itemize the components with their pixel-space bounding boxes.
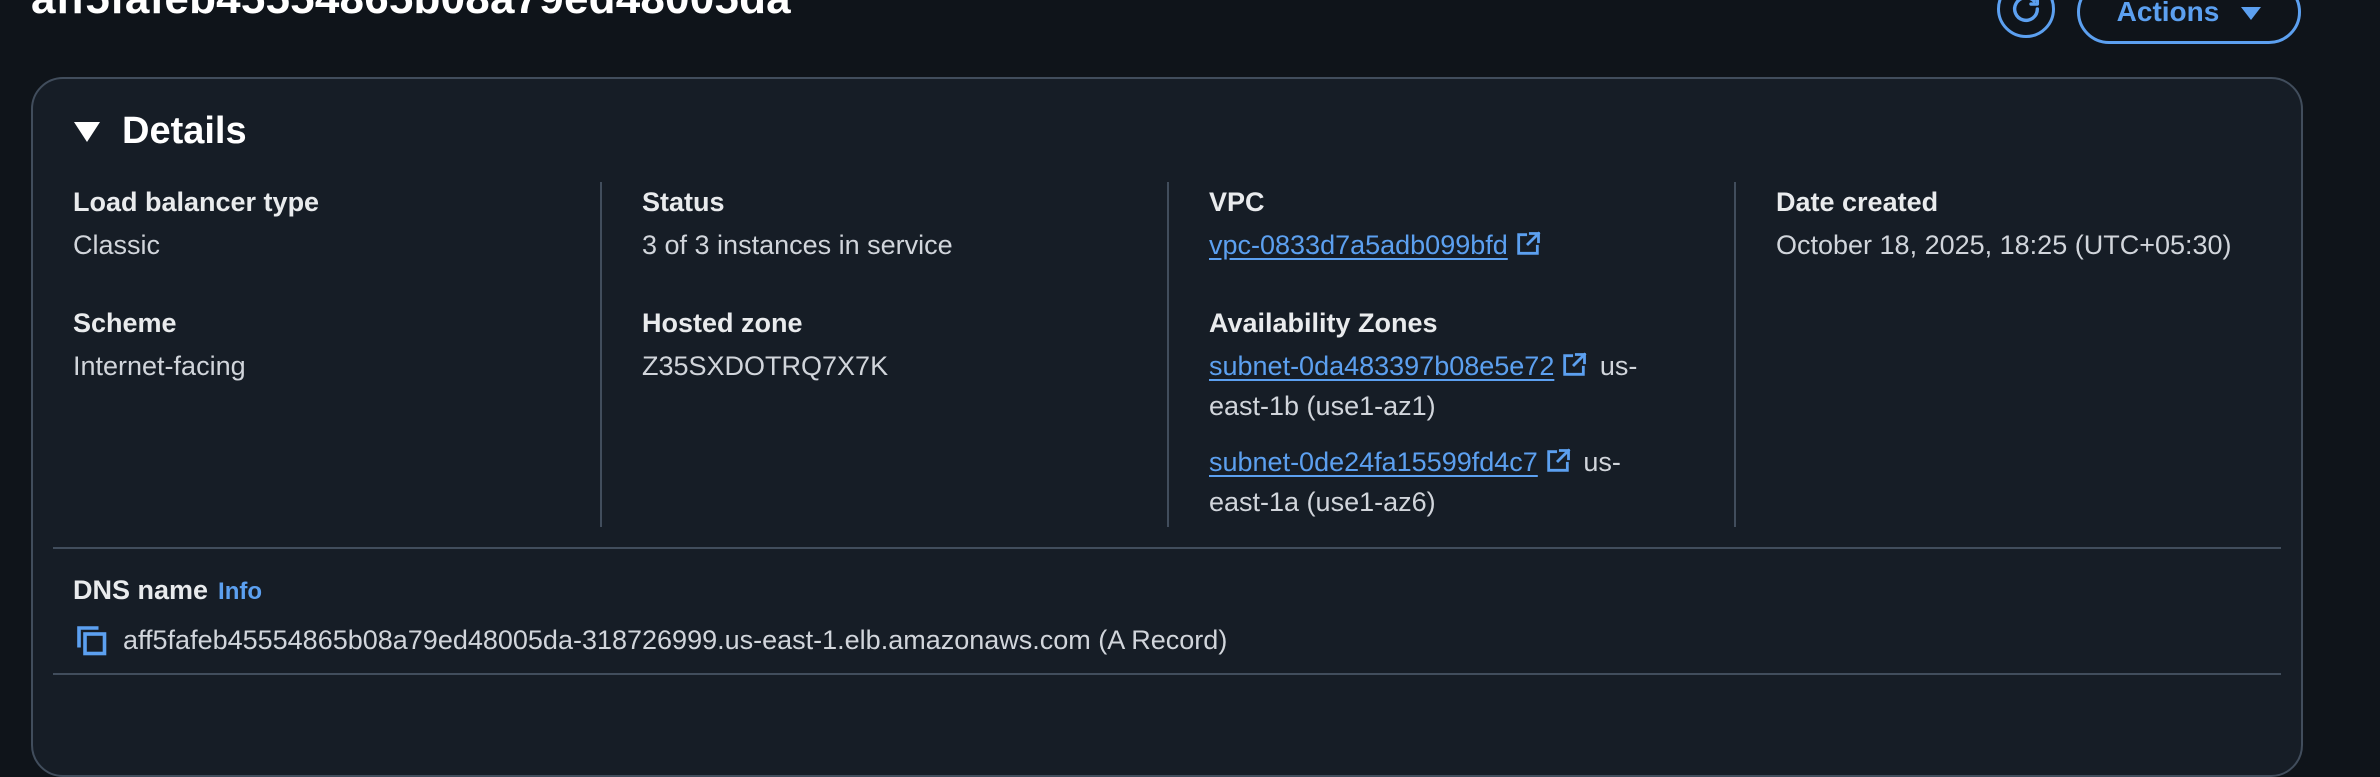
external-link-icon[interactable] <box>1560 351 1588 379</box>
status-value: 3 of 3 instances in service <box>642 230 953 260</box>
subnet-link[interactable]: subnet-0da483397b08e5e72 <box>1209 351 1554 381</box>
vpc-link[interactable]: vpc-0833d7a5adb099bfd <box>1209 230 1508 260</box>
column-divider <box>600 182 602 527</box>
copy-icon[interactable] <box>73 622 109 658</box>
dns-name-info-link[interactable]: Info <box>218 578 262 605</box>
availability-zone-item: subnet-0de24fa15599fd4c7 us-east-1a (use… <box>1209 442 1679 522</box>
hosted-zone-label: Hosted zone <box>642 308 803 338</box>
caret-down-icon <box>74 121 100 142</box>
details-heading: Details <box>122 110 247 152</box>
availability-zone-item: subnet-0da483397b08e5e72 us-east-1b (use… <box>1209 346 1679 426</box>
page-title: aff5fafeb45554865b08a79ed48005da <box>31 0 791 24</box>
details-column-4: Date created October 18, 2025, 18:25 (UT… <box>1776 182 2232 265</box>
hosted-zone-value: Z35SXDOTRQ7X7K <box>642 351 889 381</box>
actions-button-label: Actions <box>2116 0 2220 27</box>
caret-down-icon <box>2241 7 2262 20</box>
details-column-1: Load balancer type Classic Scheme Intern… <box>73 182 319 386</box>
scheme-label: Scheme <box>73 308 177 338</box>
subnet-link[interactable]: subnet-0de24fa15599fd4c7 <box>1209 447 1538 477</box>
status-label: Status <box>642 187 725 217</box>
refresh-button[interactable] <box>1997 0 2055 38</box>
load-balancer-type-label: Load balancer type <box>73 187 320 217</box>
details-column-2: Status 3 of 3 instances in service Hoste… <box>642 182 953 386</box>
scheme-value: Internet-facing <box>73 351 246 381</box>
vpc-value: vpc-0833d7a5adb099bfd <box>1209 225 1679 265</box>
dns-name-value: aff5fafeb45554865b08a79ed48005da-3187269… <box>123 624 1228 655</box>
actions-button[interactable]: Actions <box>2077 0 2301 44</box>
column-divider <box>1167 182 1169 527</box>
details-toggle[interactable]: Details <box>74 110 247 153</box>
dns-name-label: DNS name <box>73 575 209 605</box>
load-balancer-type-value: Classic <box>73 230 161 260</box>
dns-name-field: DNS name Info aff5fafeb45554865b08a79ed48… <box>73 570 1227 658</box>
section-divider <box>53 673 2281 675</box>
date-created-label: Date created <box>1776 187 1939 217</box>
date-created-value: October 18, 2025, 18:25 (UTC+05:30) <box>1776 230 2232 260</box>
external-link-icon[interactable] <box>1514 230 1542 258</box>
availability-zones-label: Availability Zones <box>1209 308 1438 338</box>
section-divider <box>53 547 2281 549</box>
column-divider <box>1734 182 1736 527</box>
vpc-label: VPC <box>1209 187 1265 217</box>
refresh-icon <box>2012 0 2040 22</box>
external-link-icon[interactable] <box>1544 447 1572 475</box>
details-column-3: VPC vpc-0833d7a5adb099bfd Availability Z… <box>1209 182 1679 522</box>
